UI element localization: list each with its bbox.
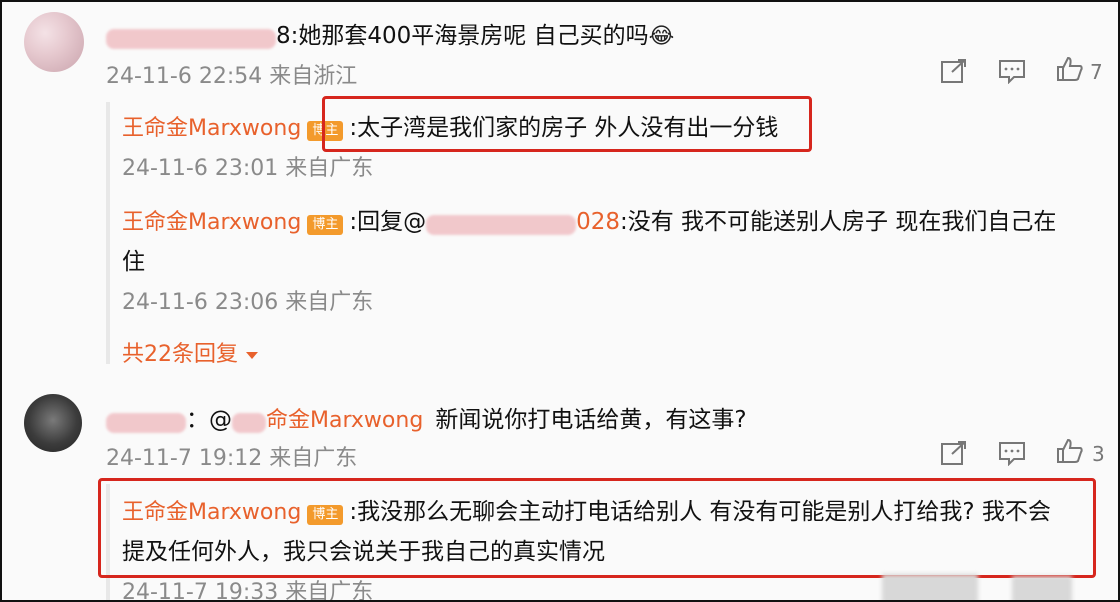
redacted-username xyxy=(426,214,577,235)
blurred-watermark xyxy=(882,574,978,600)
comment-1-meta: 24-11-6 22:54 来自浙江 xyxy=(106,64,358,89)
blurred-watermark xyxy=(1012,576,1072,600)
comment-1-text: :她那套400平海景房呢 自己买的吗 xyxy=(290,23,649,49)
comment-2-line: ：@ 命金Marxwong 新闻说你打电话给黄，有这事? xyxy=(106,400,747,434)
comment-2-text: 新闻说你打电话给黄，有这事? xyxy=(435,407,747,433)
red-highlight-box xyxy=(98,478,1096,578)
reply-2-text-2: 住 xyxy=(122,249,145,275)
more-replies-label: 共22条回复 xyxy=(122,342,238,367)
reply-1-meta: 24-11-6 23:01 来自广东 xyxy=(122,156,374,181)
reply-2-text-1: :没有 我不可能送别人房子 现在我们自己在 xyxy=(619,209,1057,235)
caret-down-icon xyxy=(246,352,258,359)
comment-2-meta: 24-11-7 19:12 来自广东 xyxy=(106,446,358,471)
redacted-username xyxy=(106,412,186,433)
redacted-username xyxy=(106,28,276,49)
reply-2-line-1: 王命金Marxwong 博主:回复@ 028:没有 我不可能送别人房子 现在我们自己… xyxy=(122,202,1056,236)
weibo-comment-screenshot: 8:她那套400平海景房呢 自己买的吗😂 24-11-6 22:54 来自浙江 … xyxy=(0,0,1120,602)
comment-icon[interactable] xyxy=(998,58,1026,84)
reply-2-user-suffix[interactable]: 028 xyxy=(576,209,620,235)
comment-1-user-suffix: 8 xyxy=(276,23,291,49)
comment-2-mention-prefix: ：@ xyxy=(186,407,232,433)
reply-3-meta: 24-11-7 19:33 来自广东 xyxy=(122,580,374,602)
user-avatar[interactable] xyxy=(24,394,82,452)
comment-2-like-count: 3 xyxy=(1092,442,1105,466)
red-highlight-box xyxy=(322,96,812,152)
reply-thread-bar xyxy=(106,102,110,364)
comment-icon[interactable] xyxy=(998,440,1026,466)
more-replies-link[interactable]: 共22条回复 xyxy=(122,336,259,368)
share-icon[interactable] xyxy=(940,58,968,84)
user-avatar[interactable] xyxy=(24,12,84,72)
share-icon[interactable] xyxy=(940,440,968,466)
blogger-badge: 博主 xyxy=(307,214,344,235)
reply-2-prefix: :回复@ xyxy=(349,209,427,235)
comment-2-mention[interactable]: 命金Marxwong xyxy=(266,408,423,433)
redacted-mention xyxy=(232,412,266,433)
reply-1-author[interactable]: 王命金Marxwong xyxy=(122,116,301,141)
like-icon[interactable] xyxy=(1056,56,1084,82)
like-icon[interactable] xyxy=(1056,438,1084,464)
comment-1-like-count: 7 xyxy=(1090,60,1103,84)
reply-2-author[interactable]: 王命金Marxwong xyxy=(122,210,301,235)
comment-1-line: 8:她那套400平海景房呢 自己买的吗😂 xyxy=(106,16,674,50)
laugh-cry-emoji-icon: 😂 xyxy=(648,24,675,49)
reply-2-meta: 24-11-6 23:06 来自广东 xyxy=(122,290,374,315)
